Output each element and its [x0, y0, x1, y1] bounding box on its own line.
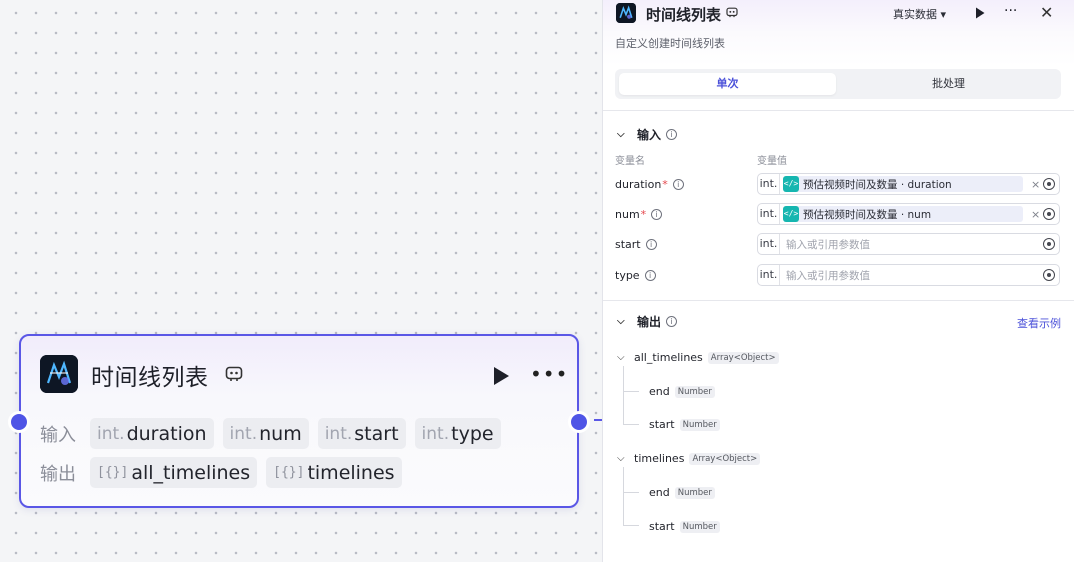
value-input[interactable]: 输入或引用参数值 — [786, 237, 1059, 252]
tree-line — [623, 366, 624, 424]
info-icon[interactable]: i — [672, 179, 684, 190]
tab-single[interactable]: 单次 — [619, 73, 836, 95]
value-input[interactable]: 输入或引用参数值 — [786, 268, 1059, 283]
target-icon[interactable] — [1043, 208, 1055, 220]
output-child-item: end Number — [649, 486, 715, 499]
var-name-type: type i — [615, 269, 656, 282]
node-detail-panel: 时间线列表 真实数据 ▾ ··· ✕ 自定义创建时间线列表 单次 批处理 ⌵ 输… — [602, 0, 1074, 562]
more-icon[interactable]: ••• — [530, 364, 568, 384]
target-icon[interactable] — [1043, 238, 1055, 250]
tree-line — [623, 391, 639, 392]
clear-icon[interactable]: × — [1031, 178, 1040, 191]
tree-line — [623, 492, 639, 493]
info-icon[interactable]: i — [651, 209, 663, 220]
type-label: int. — [758, 265, 780, 285]
info-icon[interactable]: i — [666, 129, 678, 140]
type-label: int. — [758, 174, 780, 194]
divider — [603, 110, 1074, 111]
chevron-down-icon: ⌵ — [617, 352, 625, 363]
code-ref-icon: </> — [783, 206, 799, 222]
target-icon[interactable] — [1043, 178, 1055, 190]
type-chip: Number — [674, 385, 715, 398]
edge-connector — [594, 419, 602, 421]
type-chip: Array<Object> — [689, 452, 761, 465]
ref-text: 预估视频时间及数量 · duration — [803, 178, 952, 191]
output-tag: [{}] all_timelines — [90, 457, 258, 488]
close-icon[interactable]: ✕ — [1040, 3, 1053, 22]
ref-text: 预估视频时间及数量 · num — [803, 208, 932, 221]
chevron-down-icon: ⌵ — [617, 129, 625, 140]
ref-chip[interactable]: </> 预估视频时间及数量 · num — [783, 206, 1023, 222]
num-value-field[interactable]: int. </> 预估视频时间及数量 · num × — [757, 203, 1060, 225]
input-tag: int. type — [414, 418, 501, 449]
badge-icon — [225, 366, 243, 381]
node-input-row: 输入 int. duration int. num int. start int. ty… — [40, 418, 510, 449]
target-icon[interactable] — [1043, 269, 1055, 281]
logo-icon — [616, 3, 636, 23]
info-icon[interactable]: i — [645, 239, 657, 250]
type-chip: Number — [679, 418, 720, 431]
output-child-item: end Number — [649, 385, 715, 398]
badge-icon — [726, 7, 738, 18]
type-chip: Number — [679, 520, 720, 533]
type-label: int. — [758, 234, 780, 254]
panel-description: 自定义创建时间线列表 — [615, 37, 725, 50]
clear-icon[interactable]: × — [1031, 208, 1040, 221]
tab-batch[interactable]: 批处理 — [840, 73, 1057, 95]
ref-chip[interactable]: </> 预估视频时间及数量 · duration — [783, 176, 1023, 192]
chevron-down-icon: ⌵ — [617, 453, 625, 464]
output-section-title: 输出 — [637, 315, 662, 329]
tree-line — [623, 424, 639, 425]
play-icon[interactable] — [975, 7, 985, 19]
code-ref-icon: </> — [783, 176, 799, 192]
data-mode-select[interactable]: 真实数据 ▾ — [893, 6, 946, 22]
input-tag: int. num — [222, 418, 309, 449]
output-child-item: start Number — [649, 520, 720, 533]
info-icon[interactable]: i — [644, 270, 656, 281]
chevron-down-icon: ⌵ — [617, 316, 625, 327]
input-section-header[interactable]: ⌵ 输入 i — [617, 126, 678, 143]
output-item[interactable]: ⌵ timelines Array<Object> — [617, 452, 761, 465]
logo-icon — [40, 355, 78, 393]
tree-line — [623, 525, 639, 526]
type-label: int. — [758, 204, 780, 224]
output-label: 输出 — [40, 463, 76, 485]
output-tag: [{}] timelines — [266, 457, 402, 488]
type-chip: Array<Object> — [707, 351, 779, 364]
output-child-item: start Number — [649, 418, 720, 431]
play-icon[interactable] — [492, 366, 510, 386]
input-tag: int. duration — [90, 418, 214, 449]
var-name-start: start i — [615, 238, 657, 251]
output-port[interactable] — [568, 411, 590, 433]
input-label: 输入 — [40, 424, 76, 446]
col-var-value: 变量值 — [757, 156, 787, 167]
panel-title: 时间线列表 — [646, 6, 722, 24]
more-icon[interactable]: ··· — [1004, 3, 1017, 19]
tree-line — [623, 467, 624, 525]
type-value-field[interactable]: int. 输入或引用参数值 — [757, 264, 1060, 286]
var-name-duration: duration * i — [615, 178, 684, 191]
info-icon[interactable]: i — [666, 316, 678, 327]
run-mode-tabs: 单次 批处理 — [615, 69, 1061, 99]
node-title: 时间线列表 — [91, 365, 209, 391]
col-var-name: 变量名 — [615, 156, 645, 167]
output-section-header[interactable]: ⌵ 输出 i — [617, 313, 678, 330]
input-tag: int. start — [317, 418, 406, 449]
var-name-num: num * i — [615, 208, 663, 221]
start-value-field[interactable]: int. 输入或引用参数值 — [757, 233, 1060, 255]
input-port[interactable] — [8, 411, 30, 433]
output-item[interactable]: ⌵ all_timelines Array<Object> — [617, 351, 779, 364]
input-section-title: 输入 — [637, 128, 662, 142]
divider — [603, 300, 1074, 301]
workflow-node[interactable]: 时间线列表 ••• 输入 int. duration int. num int. st… — [8, 334, 590, 508]
see-example-link[interactable]: 查看示例 — [1017, 315, 1061, 331]
node-output-row: 输出 [{}] all_timelines [{}] timelines — [40, 457, 411, 488]
type-chip: Number — [674, 486, 715, 499]
duration-value-field[interactable]: int. </> 预估视频时间及数量 · duration × — [757, 173, 1060, 195]
